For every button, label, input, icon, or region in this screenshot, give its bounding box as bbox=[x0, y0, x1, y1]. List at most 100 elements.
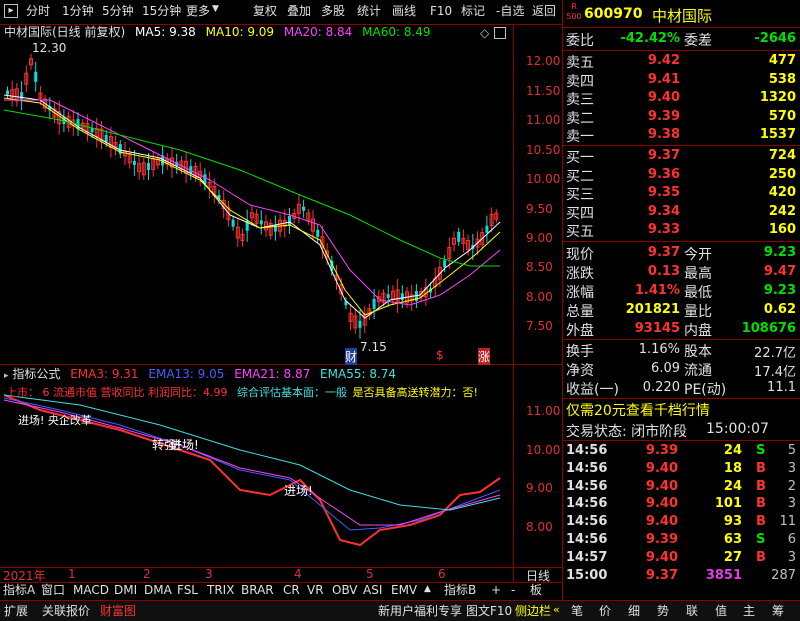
bid-level-label: 买四 bbox=[566, 205, 594, 222]
ask-volume: 538 bbox=[768, 71, 796, 87]
left-note: 进场! 央企改革 bbox=[18, 414, 92, 427]
x-label: 3 bbox=[205, 567, 213, 581]
status-new-user-benefit[interactable]: 新用户福利专享 bbox=[378, 601, 462, 621]
bid-price: 9.36 bbox=[647, 166, 680, 182]
y-tick: 9.00 bbox=[526, 231, 553, 245]
tab-dma[interactable]: DMA bbox=[144, 582, 172, 598]
bid-level-label: 买五 bbox=[566, 224, 594, 241]
sidebar-arrow-icon[interactable]: « bbox=[553, 603, 560, 616]
stat-label: 涨幅 bbox=[566, 285, 594, 301]
bid-price: 9.34 bbox=[647, 203, 680, 219]
indicator-name[interactable]: 指标公式 bbox=[12, 367, 60, 381]
stat-value: 9.23 bbox=[763, 245, 796, 260]
status-icon-zhi[interactable]: 值 bbox=[715, 601, 727, 621]
y-tick: 8.00 bbox=[526, 520, 553, 534]
y-tick: 8.00 bbox=[526, 290, 553, 304]
status-wealth-chart[interactable]: 财富图 bbox=[100, 601, 136, 621]
tick-count: 3 bbox=[787, 460, 796, 476]
x-label: 2 bbox=[143, 567, 151, 581]
tick-time: 14:56 bbox=[566, 514, 608, 530]
marker-zhang[interactable]: 涨 bbox=[478, 348, 491, 365]
status-icon-chou[interactable]: 筹 bbox=[772, 601, 784, 621]
ask-price: 9.40 bbox=[647, 90, 680, 106]
status-expand[interactable]: 扩展 bbox=[4, 601, 28, 621]
tick-volume: 24 bbox=[723, 443, 742, 458]
tab-indicator-b[interactable]: 指标B bbox=[444, 582, 476, 598]
ask-price: 9.38 bbox=[647, 127, 680, 143]
y-tick: 10.00 bbox=[526, 443, 561, 457]
stat-value: 0.13 bbox=[647, 264, 680, 279]
tick-count: 3 bbox=[787, 549, 796, 565]
candle-body bbox=[386, 294, 390, 299]
ask-level-label: 卖二 bbox=[566, 110, 594, 127]
ema3-label: EMA3: 9.31 bbox=[70, 367, 139, 381]
promo-link[interactable]: 仅需20元查看千档行情 bbox=[566, 400, 710, 420]
tick-side: B bbox=[756, 549, 766, 565]
tab-fsl[interactable]: FSL bbox=[177, 582, 198, 598]
tab-arrow-icon[interactable]: ▲ bbox=[424, 584, 431, 594]
stat-label: 外盘 bbox=[566, 323, 594, 339]
tab-asi[interactable]: ASI bbox=[363, 582, 382, 598]
tab-dmi[interactable]: DMI bbox=[114, 582, 137, 598]
tick-volume: 3851 bbox=[705, 567, 742, 583]
status-icon-shi[interactable]: 势 bbox=[657, 601, 669, 621]
stock-name: 中材国际 bbox=[652, 7, 713, 25]
tab-board[interactable]: 板 bbox=[530, 582, 542, 598]
marker-dollar[interactable]: $ bbox=[436, 348, 444, 362]
tab-cr[interactable]: CR bbox=[283, 582, 300, 598]
status-f10[interactable]: 图文F10 bbox=[466, 601, 512, 621]
stat-value: 108676 bbox=[741, 321, 796, 336]
status-icon-bi[interactable]: 笔 bbox=[571, 601, 583, 621]
tick-side: B bbox=[756, 460, 766, 476]
tab-brar[interactable]: BRAR bbox=[241, 582, 274, 598]
webi-value: -42.42% bbox=[620, 31, 680, 46]
tab-obv[interactable]: OBV bbox=[332, 582, 358, 598]
status-icon-xi[interactable]: 细 bbox=[628, 601, 640, 621]
x-label: 1 bbox=[68, 567, 76, 581]
bid-level-label: 买一 bbox=[566, 150, 594, 166]
tab-vr[interactable]: VR bbox=[307, 582, 324, 598]
tick-price: 9.40 bbox=[645, 478, 678, 494]
tick-time: 14:57 bbox=[566, 549, 608, 565]
bid-volume: 724 bbox=[768, 148, 796, 163]
tab-minus[interactable]: - bbox=[511, 582, 515, 598]
tick-price: 9.39 bbox=[645, 443, 678, 458]
fundamental-rating: 综合评估基本面：一般 bbox=[236, 386, 347, 399]
candle-body bbox=[90, 128, 94, 133]
marker-cai[interactable]: 财 bbox=[345, 348, 358, 365]
tick-volume: 24 bbox=[723, 478, 742, 494]
status-icon-jia[interactable]: 价 bbox=[599, 601, 611, 621]
y-tick: 12.00 bbox=[526, 54, 561, 68]
status-related-quote[interactable]: 关联报价 bbox=[42, 601, 90, 621]
candle-body bbox=[358, 320, 362, 328]
tick-volume: 27 bbox=[723, 549, 742, 565]
stat-value: 201821 bbox=[625, 302, 680, 317]
tab-window[interactable]: 窗口 bbox=[41, 582, 65, 598]
stat-label: 今开 bbox=[684, 247, 712, 263]
tab-emv[interactable]: EMV bbox=[391, 582, 417, 598]
candle-body bbox=[147, 163, 150, 170]
y-tick: 7.50 bbox=[526, 319, 553, 333]
stat-label: 换手 bbox=[566, 344, 594, 360]
status-sidebar[interactable]: 侧边栏 bbox=[515, 601, 551, 621]
stat-label: 净资 bbox=[566, 363, 594, 379]
ema13-label: EMA13: 9.05 bbox=[148, 367, 225, 381]
indicator-expand-icon[interactable]: ▸ bbox=[4, 371, 9, 381]
y-tick: 10.50 bbox=[526, 143, 561, 157]
tick-time: 14:56 bbox=[566, 443, 608, 458]
candle-body bbox=[6, 90, 9, 95]
x-label: 5 bbox=[366, 567, 374, 581]
tab-indicator-a[interactable]: 指标A bbox=[3, 582, 35, 598]
status-icon-lian[interactable]: 联 bbox=[686, 601, 698, 621]
candle-body bbox=[316, 229, 320, 237]
stat-label: 量比 bbox=[684, 304, 712, 320]
tab-trix[interactable]: TRIX bbox=[207, 582, 234, 598]
indicator-header: ▸ 指标公式 EMA3: 9.31 EMA13: 9.05 EMA21: 8.8… bbox=[4, 366, 396, 382]
tab-macd[interactable]: MACD bbox=[73, 582, 109, 598]
status-icon-zhu[interactable]: 主 bbox=[743, 601, 755, 621]
tick-side: B bbox=[756, 514, 766, 530]
tick-price: 9.37 bbox=[645, 567, 678, 583]
tab-plus[interactable]: + bbox=[491, 582, 501, 598]
tick-count: 3 bbox=[787, 496, 796, 512]
kline-chart[interactable] bbox=[0, 0, 562, 600]
